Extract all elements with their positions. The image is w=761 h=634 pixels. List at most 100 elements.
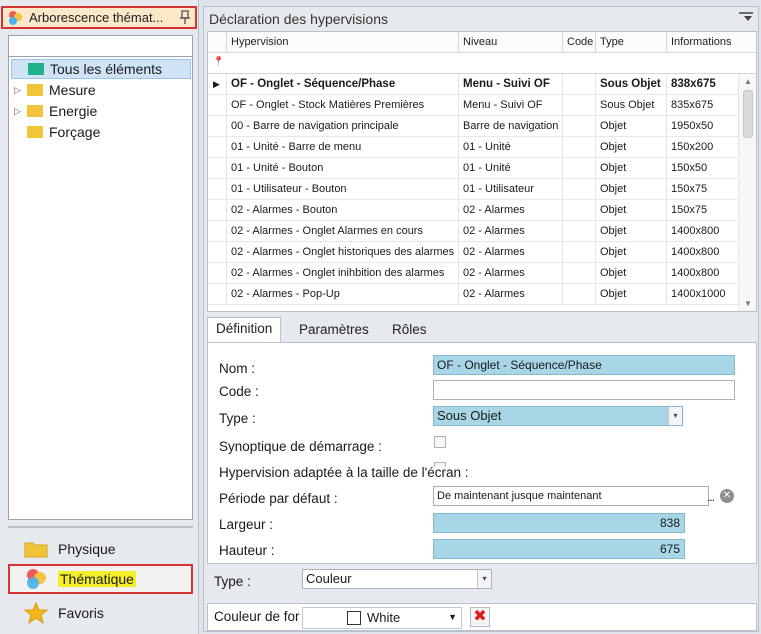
- cell-niveau[interactable]: 02 - Alarmes: [458, 200, 562, 221]
- cell-info[interactable]: 150x200: [666, 137, 740, 158]
- cell-type[interactable]: Sous Objet: [595, 74, 666, 95]
- cell-type[interactable]: Objet: [595, 158, 666, 179]
- cell-type[interactable]: Sous Objet: [595, 95, 666, 116]
- cell-niveau[interactable]: 02 - Alarmes: [458, 221, 562, 242]
- tree-item-all[interactable]: Tous les éléments: [11, 59, 191, 79]
- column-header-type[interactable]: Type: [595, 32, 666, 53]
- expand-arrow-icon[interactable]: ▷: [14, 106, 21, 117]
- cell-info[interactable]: 838x675: [666, 74, 740, 95]
- cell-type[interactable]: Objet: [595, 200, 666, 221]
- cell-type[interactable]: Objet: [595, 221, 666, 242]
- cell-hypervision[interactable]: 02 - Alarmes - Bouton: [226, 200, 458, 221]
- table-row[interactable]: ▶ OF - Onglet - Séquence/Phase Menu - Suiv…: [208, 74, 740, 95]
- table-row[interactable]: 01 - Unité - Barre de menu 01 - Unité Obje…: [208, 137, 740, 158]
- cell-info[interactable]: 1400x800: [666, 221, 740, 242]
- clear-icon[interactable]: ✕: [720, 489, 734, 503]
- cell-niveau[interactable]: Menu - Suivi OF: [458, 95, 562, 116]
- nav-thematique[interactable]: Thématique: [8, 564, 193, 594]
- cell-code[interactable]: [562, 221, 595, 242]
- nom-field[interactable]: OF - Onglet - Séquence/Phase: [433, 355, 735, 375]
- cell-info[interactable]: 1950x50: [666, 116, 740, 137]
- grid-filter-row[interactable]: 📍: [208, 53, 756, 74]
- table-row[interactable]: 02 - Alarmes - Onglet Alarmes en cours 02…: [208, 221, 740, 242]
- tab-roles[interactable]: Rôles: [384, 319, 435, 342]
- cell-hypervision[interactable]: 00 - Barre de navigation principale: [226, 116, 458, 137]
- cell-niveau[interactable]: 02 - Alarmes: [458, 263, 562, 284]
- table-row[interactable]: OF - Onglet - Stock Matières Premières Me…: [208, 95, 740, 116]
- cell-hypervision[interactable]: 01 - Utilisateur - Bouton: [226, 179, 458, 200]
- tab-definition[interactable]: Définition: [207, 317, 282, 343]
- chevron-down-icon[interactable]: ▾: [668, 407, 682, 425]
- expand-arrow-icon[interactable]: ▷: [14, 85, 21, 96]
- filter-icon[interactable]: [738, 11, 754, 23]
- cell-code[interactable]: [562, 200, 595, 221]
- fond-type-select[interactable]: Couleur ▾: [302, 569, 492, 589]
- column-header-hypervision[interactable]: Hypervision: [226, 32, 458, 53]
- cell-type[interactable]: Objet: [595, 137, 666, 158]
- cell-info[interactable]: 1400x1000: [666, 284, 740, 305]
- cell-niveau[interactable]: 02 - Alarmes: [458, 242, 562, 263]
- cell-type[interactable]: Objet: [595, 179, 666, 200]
- cell-hypervision[interactable]: 02 - Alarmes - Pop-Up: [226, 284, 458, 305]
- cell-code[interactable]: [562, 116, 595, 137]
- scroll-thumb[interactable]: [743, 90, 753, 138]
- table-row[interactable]: 01 - Unité - Bouton 01 - Unité Objet 150x50: [208, 158, 740, 179]
- tree-item-mesure[interactable]: ▷ Mesure: [11, 80, 191, 100]
- table-row[interactable]: 01 - Utilisateur - Bouton 01 - Utilisateu…: [208, 179, 740, 200]
- cell-info[interactable]: 1400x800: [666, 263, 740, 284]
- cell-hypervision[interactable]: 02 - Alarmes - Onglet inihbition des ala…: [226, 263, 458, 284]
- cell-type[interactable]: Objet: [595, 116, 666, 137]
- tab-parametres[interactable]: Paramètres: [291, 319, 377, 342]
- scroll-up-icon[interactable]: ▲: [744, 77, 752, 86]
- cell-code[interactable]: [562, 284, 595, 305]
- cell-code[interactable]: [562, 179, 595, 200]
- couleur-select[interactable]: White ▼: [302, 607, 462, 629]
- cell-info[interactable]: 1400x800: [666, 242, 740, 263]
- largeur-field[interactable]: 838: [433, 513, 685, 533]
- cell-hypervision[interactable]: 02 - Alarmes - Onglet historiques des al…: [226, 242, 458, 263]
- cell-code[interactable]: [562, 74, 595, 95]
- tree-item-energie[interactable]: ▷ Energie: [11, 101, 191, 121]
- scroll-down-icon[interactable]: ▼: [744, 299, 752, 308]
- cell-info[interactable]: 150x75: [666, 200, 740, 221]
- cell-hypervision[interactable]: 01 - Unité - Bouton: [226, 158, 458, 179]
- table-row[interactable]: 02 - Alarmes - Pop-Up 02 - Alarmes Objet 14…: [208, 284, 740, 305]
- cell-code[interactable]: [562, 263, 595, 284]
- adaptee-checkbox[interactable]: [434, 462, 446, 467]
- type-select[interactable]: Sous Objet ▾: [433, 406, 683, 426]
- column-header-niveau[interactable]: Niveau: [458, 32, 562, 53]
- cell-niveau[interactable]: Barre de navigation: [458, 116, 562, 137]
- cell-niveau[interactable]: Menu - Suivi OF: [458, 74, 562, 95]
- cell-code[interactable]: [562, 137, 595, 158]
- cell-niveau[interactable]: 02 - Alarmes: [458, 284, 562, 305]
- thematic-tree-header[interactable]: Arborescence thémat...: [1, 6, 197, 29]
- cell-code[interactable]: [562, 95, 595, 116]
- nav-favoris[interactable]: Favoris: [8, 598, 193, 628]
- chevron-down-icon[interactable]: ▼: [448, 608, 457, 626]
- delete-icon[interactable]: ✖: [470, 607, 490, 627]
- cell-code[interactable]: [562, 242, 595, 263]
- cell-code[interactable]: [562, 158, 595, 179]
- cell-type[interactable]: Objet: [595, 263, 666, 284]
- synoptique-checkbox[interactable]: [434, 436, 446, 448]
- cell-type[interactable]: Objet: [595, 284, 666, 305]
- table-row[interactable]: 02 - Alarmes - Onglet inihbition des ala…: [208, 263, 740, 284]
- column-header-informations[interactable]: Informations: [666, 32, 740, 53]
- table-row[interactable]: 02 - Alarmes - Onglet historiques des al…: [208, 242, 740, 263]
- code-field[interactable]: [433, 380, 735, 400]
- tree-item-forcage[interactable]: Forçage: [11, 122, 191, 142]
- tree-search-input[interactable]: [8, 35, 193, 57]
- cell-niveau[interactable]: 01 - Utilisateur: [458, 179, 562, 200]
- periode-field[interactable]: De maintenant jusque maintenant: [433, 486, 709, 506]
- cell-info[interactable]: 835x675: [666, 95, 740, 116]
- cell-hypervision[interactable]: 02 - Alarmes - Onglet Alarmes en cours: [226, 221, 458, 242]
- table-row[interactable]: 02 - Alarmes - Bouton 02 - Alarmes Objet 15…: [208, 200, 740, 221]
- nav-physique[interactable]: Physique: [8, 534, 193, 564]
- chevron-down-icon[interactable]: ▾: [477, 570, 491, 588]
- grid-scrollbar[interactable]: ▲ ▼: [738, 74, 756, 311]
- pin-icon[interactable]: [179, 10, 191, 25]
- cell-info[interactable]: 150x75: [666, 179, 740, 200]
- cell-info[interactable]: 150x50: [666, 158, 740, 179]
- cell-type[interactable]: Objet: [595, 242, 666, 263]
- cell-hypervision[interactable]: 01 - Unité - Barre de menu: [226, 137, 458, 158]
